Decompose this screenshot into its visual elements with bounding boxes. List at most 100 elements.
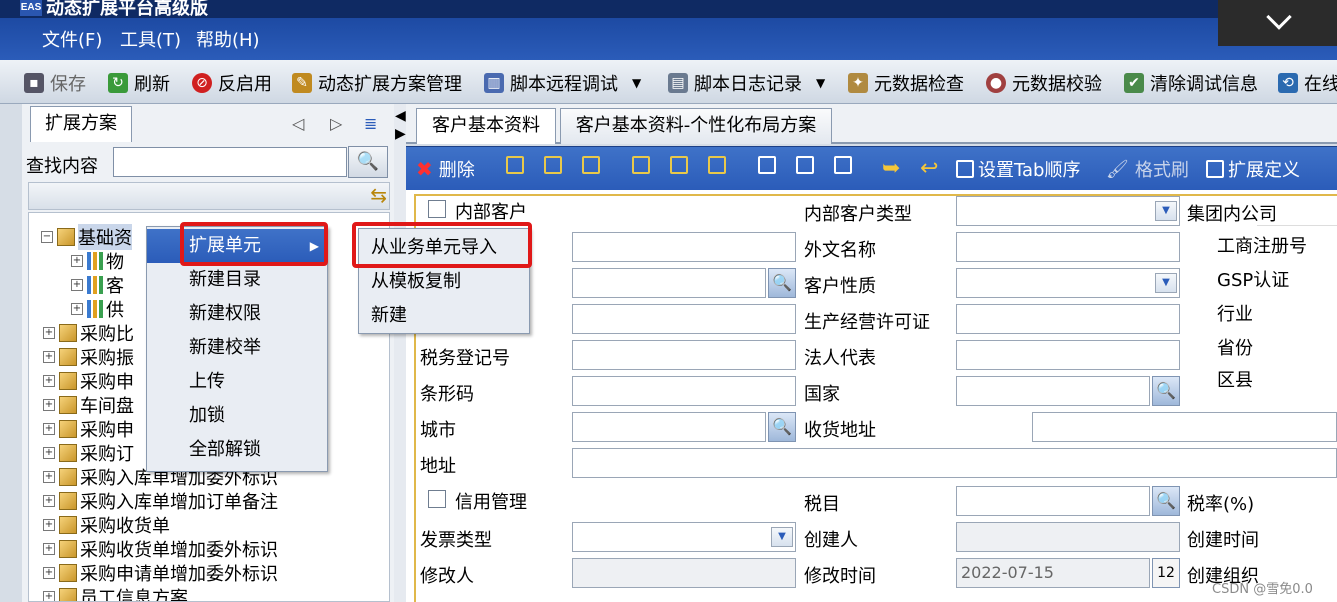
refresh-button[interactable]: ↻ 刷新 bbox=[108, 70, 170, 96]
align-right-icon[interactable] bbox=[582, 156, 604, 174]
calendar-icon[interactable]: 12 bbox=[1152, 558, 1180, 588]
field-row4[interactable] bbox=[572, 304, 796, 334]
same-width-icon[interactable] bbox=[758, 156, 780, 174]
chevron-down-icon[interactable]: ▼ bbox=[771, 527, 793, 547]
expand-icon[interactable]: + bbox=[43, 543, 55, 555]
country-lookup-button[interactable]: 🔍 bbox=[1152, 376, 1180, 406]
delete-button[interactable]: ✖ 删除 bbox=[416, 156, 475, 182]
next-icon[interactable]: ▷ bbox=[330, 114, 342, 133]
expand-icon[interactable]: + bbox=[71, 279, 83, 291]
expand-icon[interactable]: + bbox=[43, 567, 55, 579]
list-icon[interactable]: ≣ bbox=[364, 114, 377, 133]
dropdown-arrow-icon[interactable]: ▼ bbox=[632, 76, 641, 90]
format-brush-button[interactable]: 🖌 格式刷 bbox=[1106, 156, 1189, 182]
tab-extension-scheme[interactable]: 扩展方案 bbox=[30, 106, 132, 142]
expand-icon[interactable]: + bbox=[43, 495, 55, 507]
same-size-icon[interactable] bbox=[834, 156, 856, 174]
expand-icon[interactable]: + bbox=[43, 375, 55, 387]
same-height-icon[interactable] bbox=[796, 156, 818, 174]
expand-icon[interactable]: + bbox=[43, 471, 55, 483]
tree-node[interactable]: + 采购订 bbox=[43, 441, 134, 465]
tree-node[interactable]: + 供 bbox=[71, 297, 124, 321]
search-input[interactable] bbox=[113, 147, 347, 177]
tax-item-lookup-button[interactable]: 🔍 bbox=[1152, 486, 1180, 516]
menu-item-upload[interactable]: 上传 bbox=[147, 365, 327, 399]
tree-node[interactable]: + 车间盘 bbox=[43, 393, 134, 417]
tree-node[interactable]: + 采购收货单 bbox=[43, 513, 170, 537]
production-license-input[interactable] bbox=[956, 304, 1180, 334]
tab-customer-layout[interactable]: 客户基本资料-个性化布局方案 bbox=[560, 108, 832, 144]
credit-mgmt-checkbox[interactable] bbox=[428, 490, 446, 508]
prev-icon[interactable]: ◁ bbox=[292, 114, 304, 133]
scheme-management-button[interactable]: ✎ 动态扩展方案管理 bbox=[292, 70, 462, 96]
tree-node[interactable]: + 采购收货单增加委外标识 bbox=[43, 537, 278, 561]
save-button[interactable]: ▪ 保存 bbox=[24, 70, 86, 96]
chevron-down-icon[interactable]: ▼ bbox=[1155, 273, 1177, 293]
tree-node[interactable]: + 采购申 bbox=[43, 369, 134, 393]
collapse-left-icon[interactable]: ◀ bbox=[395, 108, 406, 124]
collapse-icon[interactable]: − bbox=[41, 231, 53, 243]
script-log-button[interactable]: ▤ 脚本日志记录 ▼ bbox=[668, 70, 825, 96]
align-middle-icon[interactable] bbox=[670, 156, 692, 174]
menu-item-lock[interactable]: 加锁 bbox=[147, 399, 327, 433]
expand-icon[interactable]: + bbox=[43, 399, 55, 411]
align-bottom-icon[interactable] bbox=[708, 156, 730, 174]
align-center-icon[interactable] bbox=[544, 156, 566, 174]
tab-customer-basic[interactable]: 客户基本资料 bbox=[416, 108, 556, 144]
tax-item-input[interactable] bbox=[956, 486, 1150, 516]
tree-node[interactable]: + 采购振 bbox=[43, 345, 134, 369]
tree-node[interactable]: + 采购申请单增加委外标识 bbox=[43, 561, 278, 585]
menu-item-new-enum[interactable]: 新建校举 bbox=[147, 331, 327, 365]
collapse-right-icon[interactable]: ▶ bbox=[395, 126, 406, 142]
remote-debug-button[interactable]: ▥ 脚本远程调试 ▼ bbox=[484, 70, 641, 96]
expand-icon[interactable]: + bbox=[43, 327, 55, 339]
tree-node[interactable]: + 客 bbox=[71, 273, 124, 297]
internal-customer-checkbox[interactable] bbox=[428, 200, 446, 218]
submenu-copy-from-template[interactable]: 从模板复制 bbox=[359, 265, 529, 299]
online-button[interactable]: ⟲ 在线 bbox=[1278, 70, 1337, 96]
internal-customer-type-select[interactable] bbox=[956, 196, 1180, 226]
expand-icon[interactable]: + bbox=[71, 303, 83, 315]
clear-debug-button[interactable]: ✔ 清除调试信息 bbox=[1124, 70, 1258, 96]
foreign-name-input[interactable] bbox=[956, 232, 1180, 262]
barcode-input[interactable] bbox=[572, 376, 796, 406]
panel-splitter[interactable]: ◀ ▶ bbox=[394, 104, 406, 602]
tree-node[interactable]: + 物 bbox=[71, 249, 124, 273]
expand-icon[interactable]: + bbox=[43, 423, 55, 435]
field-row3[interactable] bbox=[572, 268, 766, 298]
tree-node[interactable]: + 采购入库单增加订单备注 bbox=[43, 489, 278, 513]
tab-order-button[interactable]: 设置Tab顺序 bbox=[956, 156, 1080, 182]
menu-item-unlock-all[interactable]: 全部解锁 bbox=[147, 433, 327, 467]
city-input[interactable] bbox=[572, 412, 766, 442]
invoice-type-select[interactable] bbox=[572, 522, 796, 552]
tree-node[interactable]: − 基础资 bbox=[41, 224, 132, 250]
expand-icon[interactable]: + bbox=[43, 351, 55, 363]
align-left-icon[interactable] bbox=[506, 156, 528, 174]
search-button[interactable]: 🔍 bbox=[348, 146, 388, 178]
submenu-new[interactable]: 新建 bbox=[359, 299, 529, 333]
country-input[interactable] bbox=[956, 376, 1150, 406]
group-company-field[interactable] bbox=[1257, 196, 1337, 226]
menu-help[interactable]: 帮助(H) bbox=[196, 26, 260, 52]
expand-icon[interactable]: + bbox=[43, 591, 55, 601]
customer-nature-select[interactable] bbox=[956, 268, 1180, 298]
expand-icon[interactable]: + bbox=[43, 519, 55, 531]
address-input[interactable] bbox=[572, 448, 1337, 478]
expand-icon[interactable]: + bbox=[43, 447, 55, 459]
city-lookup-button[interactable]: 🔍 bbox=[768, 412, 796, 442]
menu-item-new-permission[interactable]: 新建权限 bbox=[147, 297, 327, 331]
legal-rep-input[interactable] bbox=[956, 340, 1180, 370]
ship-address-input[interactable] bbox=[1032, 412, 1337, 442]
chevron-down-icon[interactable]: ▼ bbox=[1155, 201, 1177, 221]
reenable-button[interactable]: ⊘ 反启用 bbox=[192, 70, 272, 96]
metadata-check-button[interactable]: ✦ 元数据检查 bbox=[848, 70, 964, 96]
menu-item-new-folder[interactable]: 新建目录 bbox=[147, 263, 327, 297]
field-row2[interactable] bbox=[572, 232, 796, 262]
swap-icon[interactable]: ⇆ bbox=[370, 183, 387, 207]
menu-file[interactable]: 文件(F) bbox=[42, 26, 102, 52]
tax-reg-input[interactable] bbox=[572, 340, 796, 370]
window-collapse-button[interactable] bbox=[1218, 0, 1337, 46]
align-top-icon[interactable] bbox=[632, 156, 654, 174]
tree-node[interactable]: + 采购比 bbox=[43, 321, 134, 345]
tree-node[interactable]: + 员工信息方案 bbox=[43, 585, 188, 601]
